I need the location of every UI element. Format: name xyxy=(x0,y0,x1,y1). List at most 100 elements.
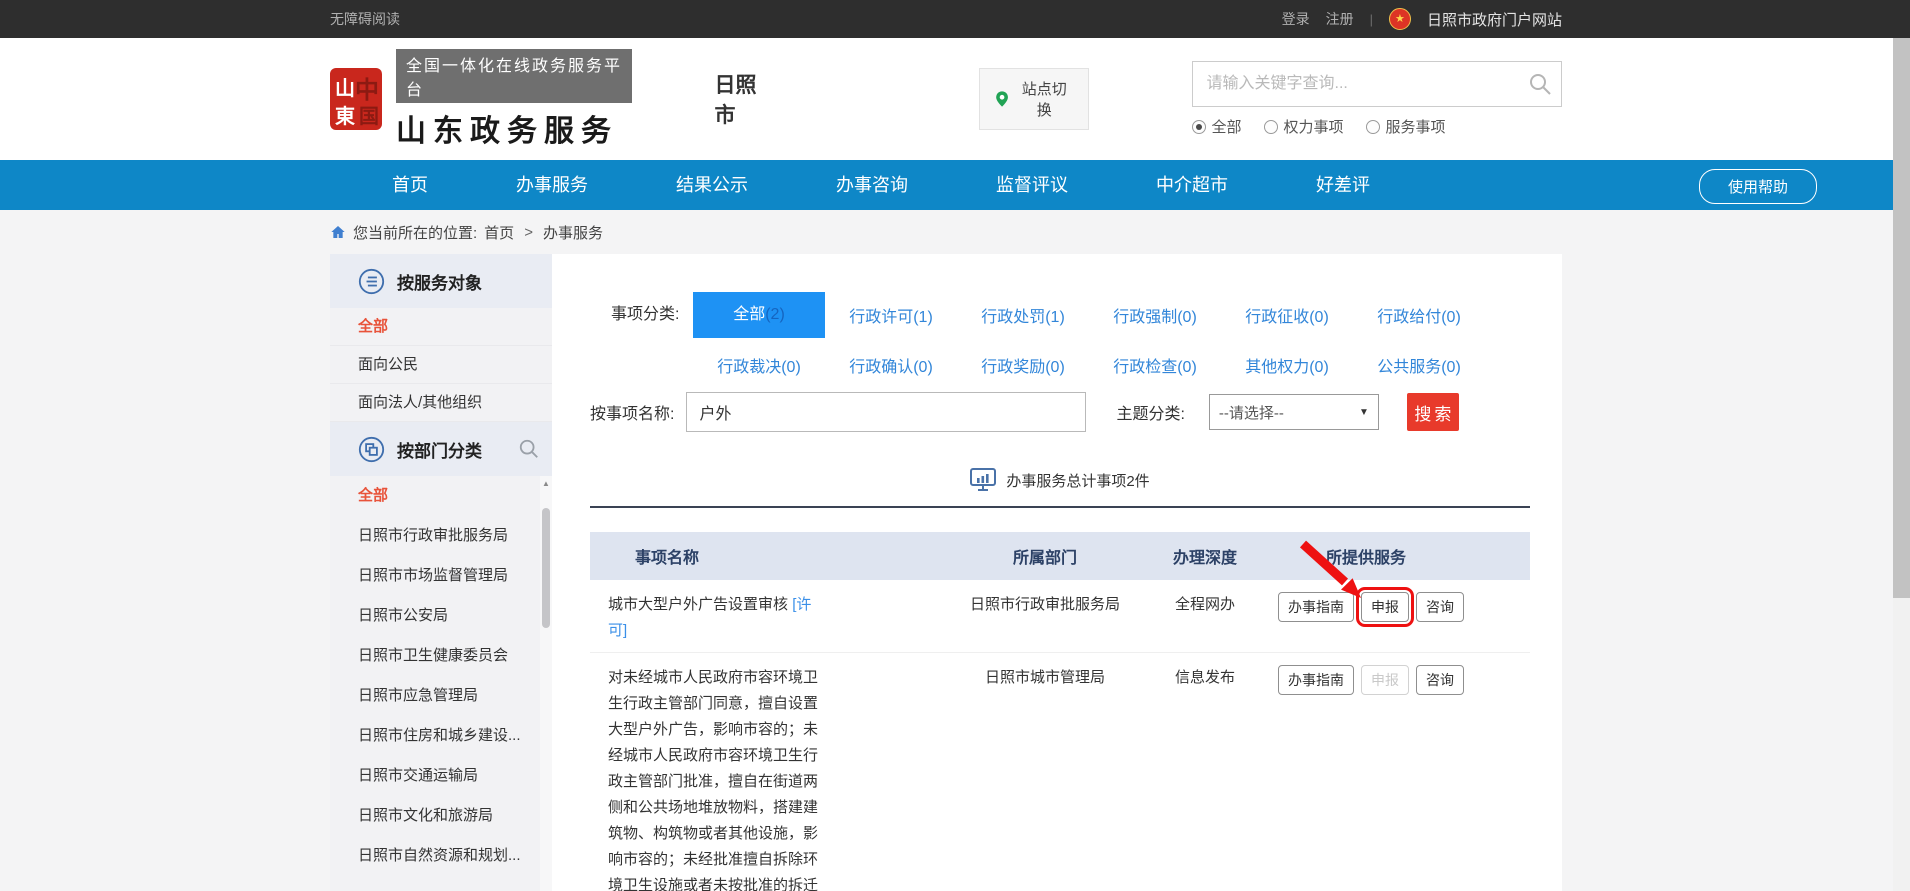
dept-item[interactable]: 日照市住房和城乡建设... xyxy=(330,716,552,756)
filter-tab-all[interactable]: 全部(2) xyxy=(693,292,825,338)
sidebar-item-all[interactable]: 全部 xyxy=(330,308,552,346)
sidebar-item-legal-persons[interactable]: 面向法人/其他组织 xyxy=(330,384,552,422)
apply-button-disabled: 申报 xyxy=(1361,665,1409,695)
item-name-link[interactable]: 城市大型户外广告设置审核 [许可] xyxy=(608,592,821,644)
list-circle-icon xyxy=(358,268,385,295)
radio-icon[interactable] xyxy=(1366,120,1380,134)
guide-button[interactable]: 办事指南 xyxy=(1278,665,1354,695)
filter-tab[interactable]: 公共服务(0) xyxy=(1353,353,1485,377)
filter-tab[interactable]: 行政裁决(0) xyxy=(693,353,825,377)
portal-link[interactable]: 日照市政府门户网站 xyxy=(1427,9,1562,30)
city-name: 日照市 xyxy=(714,69,774,129)
search-button[interactable]: 搜索 xyxy=(1407,393,1459,431)
breadcrumb-home[interactable]: 首页 xyxy=(484,222,514,243)
filter-tab[interactable]: 行政许可(1) xyxy=(825,303,957,327)
service-object-title: 按服务对象 xyxy=(397,269,482,294)
filter-tab[interactable]: 行政奖励(0) xyxy=(957,353,1089,377)
page-scrollbar-thumb[interactable] xyxy=(1893,38,1910,598)
category-filters: 事项分类: 全部(2) 行政许可(1) 行政处罚(1) 行政强制(0) 行政征收… xyxy=(590,292,1530,384)
scope-all[interactable]: 全部 xyxy=(1192,116,1242,137)
col-item-name: 事项名称 xyxy=(590,544,950,568)
filter-tab[interactable]: 其他权力(0) xyxy=(1221,353,1353,377)
service-object-section-header: 按服务对象 xyxy=(330,254,552,308)
nav-item-services[interactable]: 办事服务 xyxy=(472,160,632,210)
table-row: 城市大型户外广告设置审核 [许可] 日照市行政审批服务局 全程网办 办事指南 申… xyxy=(590,580,1530,653)
site-switch-button[interactable]: 站点切换 xyxy=(979,68,1089,130)
apply-button[interactable]: 申报 xyxy=(1361,592,1409,622)
tab-count: (0) xyxy=(1309,359,1329,376)
consult-button[interactable]: 咨询 xyxy=(1416,592,1464,622)
tab-label: 行政征收 xyxy=(1245,309,1309,326)
item-depth: 信息发布 xyxy=(1140,665,1270,691)
consult-button[interactable]: 咨询 xyxy=(1416,665,1464,695)
site-logo[interactable]: 山東中国 全国一体化在线政务服务平台 山东政务服务 xyxy=(330,49,632,150)
tab-label: 行政许可 xyxy=(849,309,913,326)
select-caret-icon: ▼ xyxy=(1359,407,1369,418)
nav-item-intermediary[interactable]: 中介超市 xyxy=(1112,160,1272,210)
chart-monitor-icon xyxy=(970,468,996,492)
tab-count: (0) xyxy=(781,359,801,376)
tab-label: 行政确认 xyxy=(849,359,913,376)
tab-count: (0) xyxy=(1177,309,1197,326)
content-area: 按服务对象 全部 面向公民 面向法人/其他组织 按部门分类 xyxy=(0,254,1910,891)
dept-item[interactable]: 日照市自然资源和规划... xyxy=(330,836,552,876)
filter-tab[interactable]: 行政检查(0) xyxy=(1089,353,1221,377)
page-scrollbar[interactable] xyxy=(1893,38,1910,891)
filter-tab[interactable]: 行政强制(0) xyxy=(1089,303,1221,327)
tab-label: 行政检查 xyxy=(1113,359,1177,376)
filter-tab[interactable]: 行政给付(0) xyxy=(1353,303,1485,327)
guide-button[interactable]: 办事指南 xyxy=(1278,592,1354,622)
main-content: 事项分类: 全部(2) 行政许可(1) 行政处罚(1) 行政强制(0) 行政征收… xyxy=(552,254,1562,891)
dept-item[interactable]: 日照市公安局 xyxy=(330,596,552,636)
col-department: 所属部门 xyxy=(950,544,1140,568)
radio-checked-icon[interactable] xyxy=(1192,120,1206,134)
dept-item[interactable]: 日照市交通运输局 xyxy=(330,756,552,796)
tab-label: 行政强制 xyxy=(1113,309,1177,326)
location-pin-icon xyxy=(995,90,1009,108)
topic-selected-value: --请选择-- xyxy=(1219,402,1284,423)
nav-item-results[interactable]: 结果公示 xyxy=(632,160,792,210)
accessibility-link[interactable]: 无障碍阅读 xyxy=(330,9,400,29)
tab-label: 公共服务 xyxy=(1377,359,1441,376)
scroll-up-icon[interactable]: ▲ xyxy=(540,476,552,488)
filter-tab[interactable]: 行政处罚(1) xyxy=(957,303,1089,327)
scope-power-items[interactable]: 权力事项 xyxy=(1264,116,1344,137)
filter-tab[interactable]: 行政确认(0) xyxy=(825,353,957,377)
breadcrumb-separator: > xyxy=(524,224,533,241)
help-button[interactable]: 使用帮助 xyxy=(1699,169,1817,204)
register-link[interactable]: 注册 xyxy=(1326,9,1354,29)
radio-icon[interactable] xyxy=(1264,120,1278,134)
nav-item-home[interactable]: 首页 xyxy=(348,160,472,210)
dept-item[interactable]: 日照市市场监督管理局 xyxy=(330,556,552,596)
keyword-search-input[interactable] xyxy=(1192,61,1562,107)
stats-text: 办事服务总计事项2件 xyxy=(1006,470,1149,491)
site-switch-label: 站点切换 xyxy=(1016,78,1072,120)
item-name-link[interactable]: 对未经城市人民政府市容环境卫生行政主管部门同意，擅自设置大型户外广告，影响市容的… xyxy=(608,665,821,891)
item-name-input[interactable] xyxy=(686,392,1086,432)
platform-tagline: 全国一体化在线政务服务平台 xyxy=(396,49,632,103)
filter-tab[interactable]: 行政征收(0) xyxy=(1221,303,1353,327)
login-link[interactable]: 登录 xyxy=(1282,9,1310,29)
dept-item-all[interactable]: 全部 xyxy=(330,476,552,516)
search-icon[interactable] xyxy=(1528,72,1552,96)
topic-label: 主题分类: xyxy=(1116,400,1184,424)
filter-label: 事项分类: xyxy=(611,292,693,384)
dept-item[interactable]: 日照市文化和旅游局 xyxy=(330,796,552,836)
dept-item[interactable]: 日照市行政审批服务局 xyxy=(330,516,552,556)
item-name-text: 城市大型户外广告设置审核 xyxy=(608,596,788,613)
department-search-icon[interactable] xyxy=(518,438,540,460)
scope-service-items[interactable]: 服务事项 xyxy=(1366,116,1446,137)
nav-item-supervision[interactable]: 监督评议 xyxy=(952,160,1112,210)
layers-circle-icon xyxy=(358,436,385,463)
dept-item[interactable]: 日照市应急管理局 xyxy=(330,676,552,716)
scrollbar-thumb[interactable] xyxy=(542,508,550,628)
sidebar-item-citizens[interactable]: 面向公民 xyxy=(330,346,552,384)
topbar-divider: | xyxy=(1370,12,1373,27)
stats-row: 办事服务总计事项2件 xyxy=(590,468,1530,492)
nav-item-rating[interactable]: 好差评 xyxy=(1272,160,1414,210)
breadcrumb-current[interactable]: 办事服务 xyxy=(543,222,603,243)
dept-item[interactable]: 日照市卫生健康委员会 xyxy=(330,636,552,676)
topic-select[interactable]: --请选择-- ▼ xyxy=(1209,394,1379,430)
department-list-scrollbar[interactable]: ▲ xyxy=(540,476,552,891)
nav-item-consult[interactable]: 办事咨询 xyxy=(792,160,952,210)
